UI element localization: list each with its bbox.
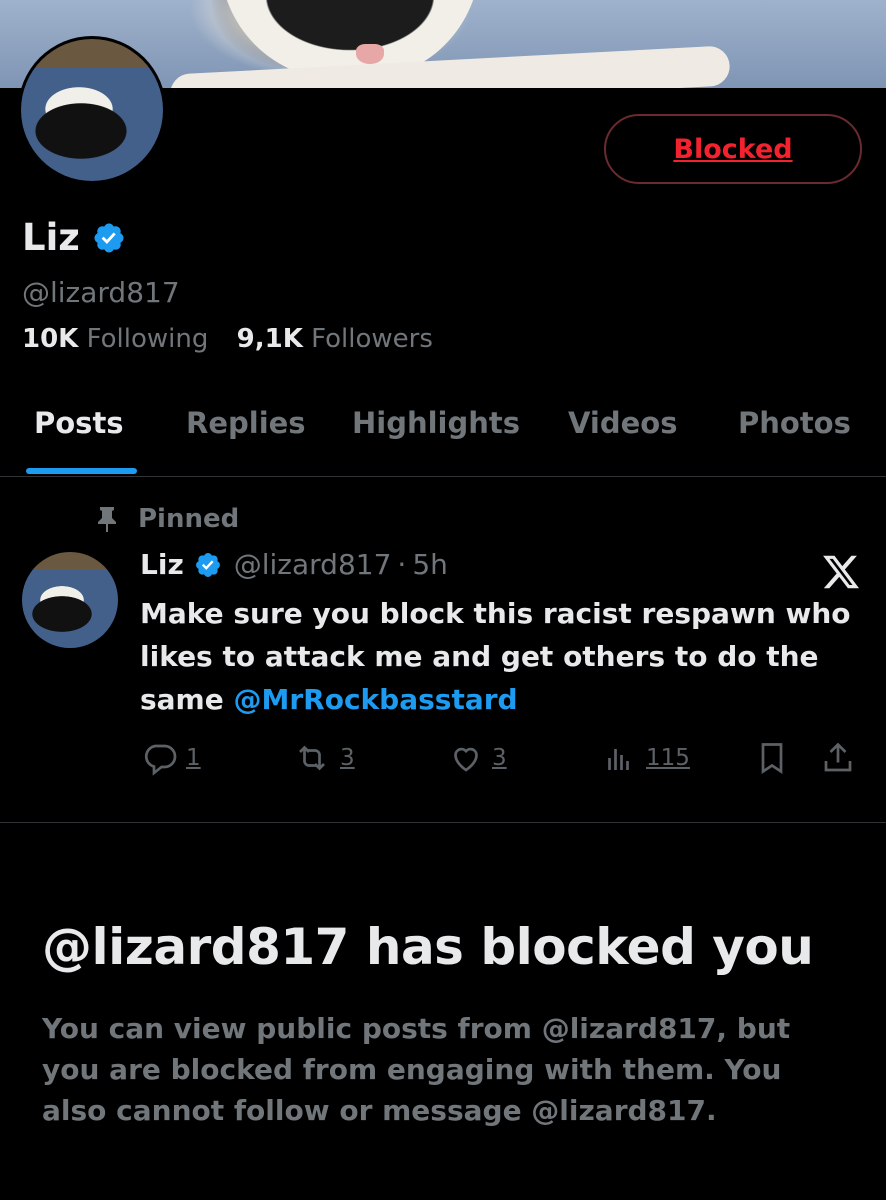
pinned-label: Pinned: [138, 504, 240, 534]
followers-stat[interactable]: 9,1K Followers: [237, 324, 433, 354]
post-mention-link[interactable]: @MrRockbasstard: [233, 683, 517, 716]
blocked-button[interactable]: Blocked: [604, 114, 862, 184]
tab-replies[interactable]: Replies: [186, 406, 306, 440]
tab-videos[interactable]: Videos: [568, 406, 678, 440]
section-divider: [0, 822, 886, 823]
share-icon: [824, 742, 852, 772]
post-author-handle[interactable]: @lizard817: [234, 548, 392, 581]
blocked-notice-title: @lizard817 has blocked you: [42, 918, 814, 976]
post-meta-separator: ·: [397, 548, 407, 581]
views-button[interactable]: 115: [600, 740, 690, 776]
active-tab-indicator: [26, 468, 137, 474]
like-count: 3: [492, 745, 507, 771]
reply-button[interactable]: 1: [140, 740, 201, 776]
repost-button[interactable]: 3: [290, 740, 355, 776]
pinned-label-row: Pinned: [96, 504, 239, 534]
post-actions: 1 3 3 115: [140, 740, 860, 784]
bookmark-button[interactable]: [754, 740, 796, 776]
followers-count: 9,1K: [236, 324, 303, 354]
post-author-avatar[interactable]: [22, 552, 118, 648]
following-count: 10K: [22, 324, 79, 354]
repost-icon: [299, 745, 325, 771]
heart-icon: [454, 747, 478, 772]
profile-stats: 10K Following 9,1K Followers: [22, 324, 453, 354]
profile-name-row: Liz: [22, 216, 126, 259]
repost-count: 3: [340, 745, 355, 771]
profile-handle: @lizard817: [22, 276, 180, 309]
post-header: Liz @lizard817 · 5h: [140, 548, 448, 581]
reply-icon: [144, 744, 177, 776]
verified-badge-icon: [195, 552, 220, 577]
profile-name: Liz: [22, 216, 80, 259]
avatar-image: [21, 39, 163, 181]
following-stat[interactable]: 10K Following: [22, 324, 208, 354]
share-button[interactable]: [820, 740, 862, 776]
post-body: Make sure you block this racist respawn …: [140, 592, 860, 721]
profile-avatar[interactable]: [18, 36, 166, 184]
x-logo-icon[interactable]: [820, 552, 862, 592]
blocked-notice-description: You can view public posts from @lizard81…: [42, 1012, 791, 1127]
reply-count: 1: [186, 745, 201, 771]
view-count: 115: [646, 745, 690, 771]
following-label: Following: [86, 324, 209, 354]
profile-tabs: Posts Replies Highlights Videos Photos: [0, 390, 886, 477]
views-chart-icon: [608, 749, 629, 770]
bookmark-icon: [761, 743, 783, 775]
post-timestamp[interactable]: 5h: [412, 548, 448, 581]
post-author-name[interactable]: Liz: [140, 548, 184, 581]
pin-icon: [98, 507, 116, 532]
verified-badge-icon: [94, 222, 124, 253]
followers-label: Followers: [311, 324, 433, 354]
banner-cat-nose: [356, 44, 384, 64]
tab-photos[interactable]: Photos: [738, 406, 851, 440]
tab-posts[interactable]: Posts: [34, 406, 124, 440]
banner-cat-paw: [169, 45, 731, 88]
like-button[interactable]: 3: [446, 740, 507, 776]
tab-highlights[interactable]: Highlights: [352, 406, 520, 440]
